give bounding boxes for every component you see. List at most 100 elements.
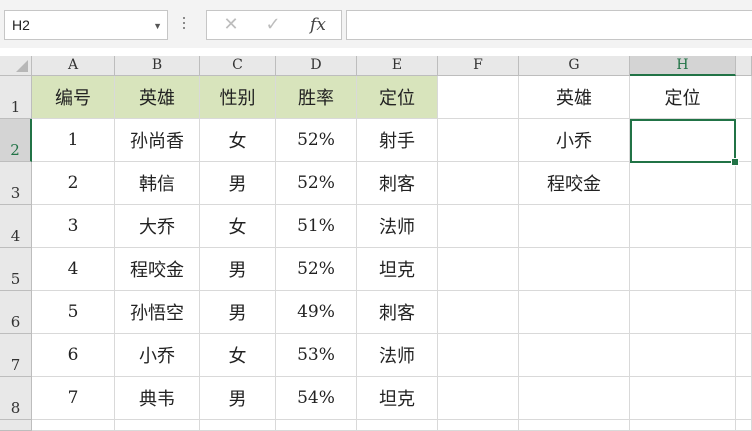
cell-g1[interactable]: 英雄 bbox=[519, 76, 630, 119]
row-header-2[interactable]: 2 bbox=[0, 119, 32, 162]
row-header-7[interactable]: 7 bbox=[0, 334, 32, 377]
column-header-overflow[interactable] bbox=[736, 56, 752, 76]
cell-a8[interactable]: 7 bbox=[32, 377, 115, 420]
cell-e3[interactable]: 刺客 bbox=[357, 162, 438, 205]
cell-d7[interactable]: 53% bbox=[276, 334, 357, 377]
fill-handle[interactable] bbox=[731, 158, 739, 166]
insert-function-icon[interactable]: fx bbox=[305, 11, 331, 39]
cell-g6[interactable] bbox=[519, 291, 630, 334]
cell-i3[interactable] bbox=[736, 162, 752, 205]
cell-b8[interactable]: 典韦 bbox=[115, 377, 200, 420]
cell-a5[interactable]: 4 bbox=[32, 248, 115, 291]
cell-f5[interactable] bbox=[438, 248, 519, 291]
name-box[interactable]: H2 ▼ bbox=[4, 10, 168, 40]
cell-g8[interactable] bbox=[519, 377, 630, 420]
column-header-f[interactable]: F bbox=[438, 56, 519, 76]
column-header-g[interactable]: G bbox=[519, 56, 630, 76]
chevron-down-icon[interactable]: ▼ bbox=[153, 12, 162, 40]
cell-d2[interactable]: 52% bbox=[276, 119, 357, 162]
cell-b3[interactable]: 韩信 bbox=[115, 162, 200, 205]
cell-d3[interactable]: 52% bbox=[276, 162, 357, 205]
cell-h8[interactable] bbox=[630, 377, 736, 420]
row-header-8[interactable]: 8 bbox=[0, 377, 32, 420]
cell-i9[interactable] bbox=[736, 420, 752, 431]
cell-c7[interactable]: 女 bbox=[200, 334, 276, 377]
cell-g7[interactable] bbox=[519, 334, 630, 377]
cell-d5[interactable]: 52% bbox=[276, 248, 357, 291]
cell-c4[interactable]: 女 bbox=[200, 205, 276, 248]
cell-f4[interactable] bbox=[438, 205, 519, 248]
cell-g2[interactable]: 小乔 bbox=[519, 119, 630, 162]
cell-b5[interactable]: 程咬金 bbox=[115, 248, 200, 291]
cell-b7[interactable]: 小乔 bbox=[115, 334, 200, 377]
cell-e9[interactable] bbox=[357, 420, 438, 431]
cell-a2[interactable]: 1 bbox=[32, 119, 115, 162]
cell-c1[interactable]: 性别 bbox=[200, 76, 276, 119]
cell-b6[interactable]: 孙悟空 bbox=[115, 291, 200, 334]
cell-i2[interactable] bbox=[736, 119, 752, 162]
cell-e7[interactable]: 法师 bbox=[357, 334, 438, 377]
cell-h2[interactable] bbox=[630, 119, 736, 162]
cell-h1[interactable]: 定位 bbox=[630, 76, 736, 119]
cell-a9[interactable] bbox=[32, 420, 115, 431]
cell-g3[interactable]: 程咬金 bbox=[519, 162, 630, 205]
cell-e8[interactable]: 坦克 bbox=[357, 377, 438, 420]
row-header-1[interactable]: 1 bbox=[0, 76, 32, 119]
formula-input[interactable] bbox=[346, 10, 752, 40]
cell-b9[interactable] bbox=[115, 420, 200, 431]
cell-a3[interactable]: 2 bbox=[32, 162, 115, 205]
cell-e5[interactable]: 坦克 bbox=[357, 248, 438, 291]
row-header-4[interactable]: 4 bbox=[0, 205, 32, 248]
cell-e4[interactable]: 法师 bbox=[357, 205, 438, 248]
cell-d8[interactable]: 54% bbox=[276, 377, 357, 420]
cell-a7[interactable]: 6 bbox=[32, 334, 115, 377]
cell-c3[interactable]: 男 bbox=[200, 162, 276, 205]
column-header-e[interactable]: E bbox=[357, 56, 438, 76]
cell-f9[interactable] bbox=[438, 420, 519, 431]
cell-e6[interactable]: 刺客 bbox=[357, 291, 438, 334]
column-header-h[interactable]: H bbox=[630, 56, 736, 76]
cell-f8[interactable] bbox=[438, 377, 519, 420]
row-header-6[interactable]: 6 bbox=[0, 291, 32, 334]
cell-c2[interactable]: 女 bbox=[200, 119, 276, 162]
cell-h4[interactable] bbox=[630, 205, 736, 248]
select-all-button[interactable] bbox=[0, 56, 32, 76]
cell-c6[interactable]: 男 bbox=[200, 291, 276, 334]
cell-f7[interactable] bbox=[438, 334, 519, 377]
cell-f1[interactable] bbox=[438, 76, 519, 119]
row-header-5[interactable]: 5 bbox=[0, 248, 32, 291]
cell-i7[interactable] bbox=[736, 334, 752, 377]
cell-i1[interactable] bbox=[736, 76, 752, 119]
cell-a1[interactable]: 编号 bbox=[32, 76, 115, 119]
cell-h9[interactable] bbox=[630, 420, 736, 431]
cell-c9[interactable] bbox=[200, 420, 276, 431]
cell-e1[interactable]: 定位 bbox=[357, 76, 438, 119]
cell-h3[interactable] bbox=[630, 162, 736, 205]
cell-c5[interactable]: 男 bbox=[200, 248, 276, 291]
cell-b2[interactable]: 孙尚香 bbox=[115, 119, 200, 162]
column-header-c[interactable]: C bbox=[200, 56, 276, 76]
enter-icon[interactable]: ✓ bbox=[261, 11, 285, 39]
cell-h6[interactable] bbox=[630, 291, 736, 334]
cell-i5[interactable] bbox=[736, 248, 752, 291]
cell-f6[interactable] bbox=[438, 291, 519, 334]
cancel-icon[interactable]: ✕ bbox=[219, 11, 243, 39]
column-header-d[interactable]: D bbox=[276, 56, 357, 76]
cell-f2[interactable] bbox=[438, 119, 519, 162]
cell-d1[interactable]: 胜率 bbox=[276, 76, 357, 119]
cell-d9[interactable] bbox=[276, 420, 357, 431]
row-header-3[interactable]: 3 bbox=[0, 162, 32, 205]
cell-a4[interactable]: 3 bbox=[32, 205, 115, 248]
cell-h5[interactable] bbox=[630, 248, 736, 291]
column-header-b[interactable]: B bbox=[115, 56, 200, 76]
cell-b1[interactable]: 英雄 bbox=[115, 76, 200, 119]
column-header-a[interactable]: A bbox=[32, 56, 115, 76]
cell-b4[interactable]: 大乔 bbox=[115, 205, 200, 248]
cell-c8[interactable]: 男 bbox=[200, 377, 276, 420]
drag-handle-icon[interactable] bbox=[182, 14, 186, 36]
cell-e2[interactable]: 射手 bbox=[357, 119, 438, 162]
cell-f3[interactable] bbox=[438, 162, 519, 205]
cell-d4[interactable]: 51% bbox=[276, 205, 357, 248]
cell-g9[interactable] bbox=[519, 420, 630, 431]
cell-i8[interactable] bbox=[736, 377, 752, 420]
